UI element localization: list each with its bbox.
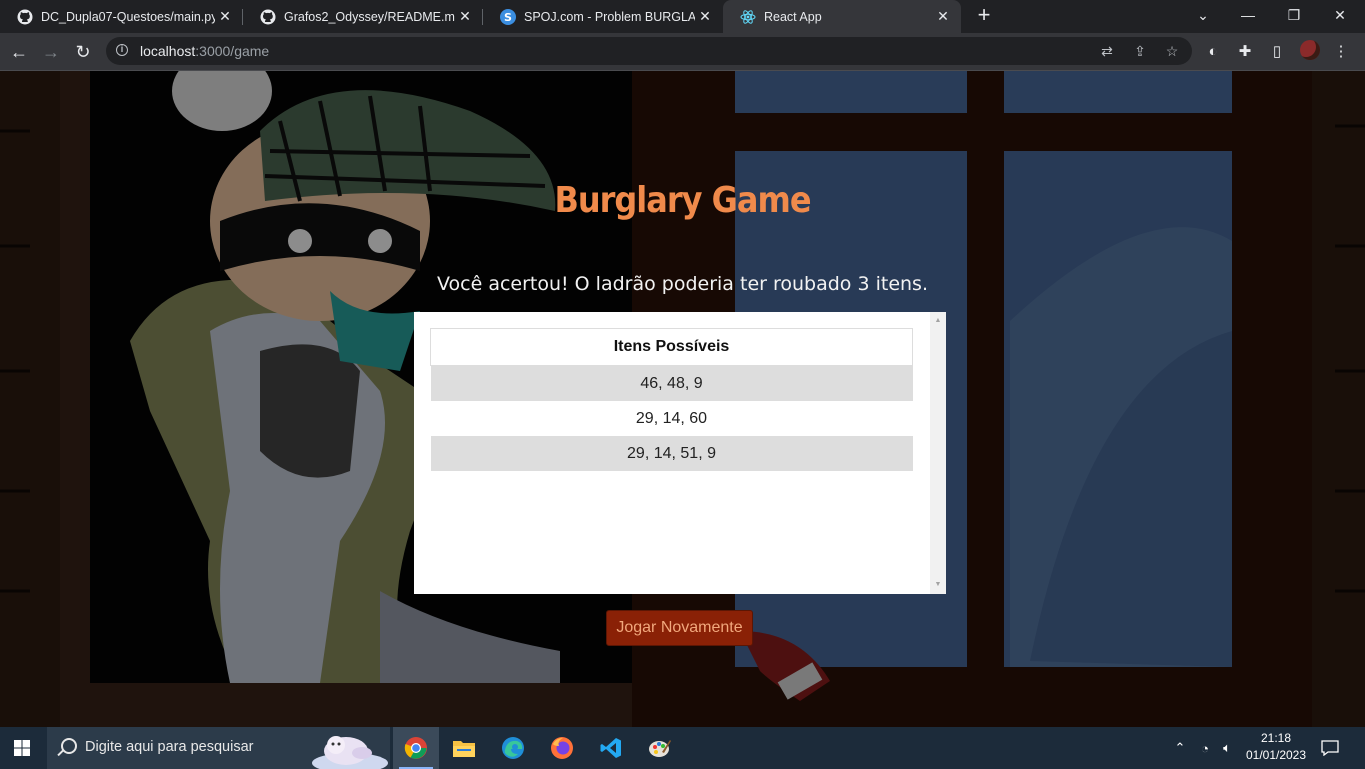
minimize-icon[interactable]: — <box>1225 0 1271 33</box>
tab-close-icon[interactable]: ✕ <box>455 8 475 25</box>
share-icon[interactable]: ⇪ <box>1132 43 1148 59</box>
tab-github-main[interactable]: DC_Dupla07-Questoes/main.py a ✕ <box>0 0 243 33</box>
github-icon <box>260 9 276 25</box>
bookmark-star-icon[interactable]: ☆ <box>1164 43 1180 59</box>
firefox-icon[interactable] <box>539 727 585 769</box>
panel-scrollbar[interactable]: ▲ ▼ <box>930 312 946 594</box>
file-explorer-icon[interactable] <box>441 727 487 769</box>
edge-icon[interactable] <box>490 727 536 769</box>
scroll-down-arrow-icon[interactable]: ▼ <box>930 578 946 592</box>
network-wifi-icon[interactable]: ◔ <box>1195 727 1215 769</box>
side-panel-icon[interactable]: ▯ <box>1268 43 1286 61</box>
tab-github-readme[interactable]: Grafos2_Odyssey/README.md at ✕ <box>243 0 483 33</box>
scroll-up-arrow-icon[interactable]: ▲ <box>930 314 946 328</box>
vscode-icon[interactable] <box>588 727 634 769</box>
url-text: localhost:3000/game <box>140 43 270 59</box>
tab-close-icon[interactable]: ✕ <box>933 8 953 25</box>
profile-avatar[interactable] <box>1300 40 1320 60</box>
restore-icon[interactable]: ❐ <box>1271 0 1317 33</box>
taskbar-search-box[interactable]: Digite aqui para pesquisar <box>47 727 390 769</box>
clock-time: 21:18 <box>1260 731 1292 745</box>
back-arrow-icon[interactable]: ← <box>6 39 32 65</box>
tab-title: Grafos2_Odyssey/README.md at <box>284 9 455 24</box>
menu-kebab-icon[interactable]: ⋮ <box>1332 43 1350 61</box>
tab-title: DC_Dupla07-Questoes/main.py a <box>41 9 215 24</box>
tab-strip: DC_Dupla07-Questoes/main.py a ✕ Grafos2_… <box>0 0 1365 33</box>
extensions-puzzle-icon[interactable]: ✚ <box>1236 43 1254 61</box>
paint-icon[interactable] <box>637 727 683 769</box>
notification-center-icon[interactable] <box>1318 727 1342 769</box>
show-hidden-icons-chevron-icon[interactable]: ⌃ <box>1170 727 1190 769</box>
tab-title: React App <box>764 9 822 24</box>
play-again-button[interactable]: Jogar Novamente <box>606 610 753 646</box>
items-panel: Itens Possíveis 46, 48, 9 29, 14, 60 29,… <box>414 312 946 594</box>
taskbar-search-placeholder: Digite aqui para pesquisar <box>85 739 254 755</box>
clock-date: 01/01/2023 <box>1245 748 1307 762</box>
new-tab-button[interactable]: + <box>972 4 996 28</box>
windows-start-icon[interactable] <box>0 727 44 769</box>
page-viewport: Burglary Game Você acertou! O ladrão pod… <box>0 71 1365 727</box>
table-cell: 29, 14, 51, 9 <box>430 436 913 471</box>
table-cell: 46, 48, 9 <box>430 365 913 401</box>
spoj-icon: S <box>500 8 516 25</box>
table-cell: 29, 14, 60 <box>430 401 913 436</box>
svg-text:S: S <box>504 11 512 24</box>
table-row: 29, 14, 60 <box>430 401 913 436</box>
translate-icon[interactable]: ⇄ <box>1099 43 1115 59</box>
tab-title: SPOJ.com - Problem BURGLARY <box>524 9 695 24</box>
address-bar[interactable]: i localhost:3000/game ⇄ ⇪ ☆ <box>106 37 1192 65</box>
react-icon <box>740 9 756 25</box>
tab-search-chevron-icon[interactable]: ⌄ <box>1180 0 1226 33</box>
tab-spoj[interactable]: S SPOJ.com - Problem BURGLARY ✕ <box>483 0 723 33</box>
extension-shield-icon[interactable]: ◐ <box>1204 43 1222 61</box>
reload-icon[interactable]: ↻ <box>70 39 96 65</box>
github-icon <box>17 9 33 25</box>
search-highlight-illustration <box>312 736 388 769</box>
table-row: 46, 48, 9 <box>430 365 913 401</box>
tab-close-icon[interactable]: ✕ <box>695 8 715 25</box>
taskbar-clock[interactable]: 21:18 01/01/2023 <box>1240 730 1312 764</box>
result-message: Você acertou! O ladrão poderia ter rouba… <box>437 273 928 295</box>
page-title: Burglary Game <box>554 179 811 221</box>
table-row: 29, 14, 51, 9 <box>430 436 913 471</box>
chrome-taskbar-icon[interactable] <box>393 727 439 769</box>
close-window-icon[interactable]: ✕ <box>1317 0 1363 33</box>
search-icon <box>61 738 77 754</box>
tab-react-app[interactable]: React App ✕ <box>723 0 961 33</box>
site-info-icon[interactable]: i <box>116 44 128 56</box>
tab-close-icon[interactable]: ✕ <box>215 8 235 25</box>
column-header-itens: Itens Possíveis <box>430 328 913 366</box>
items-table: Itens Possíveis 46, 48, 9 29, 14, 60 29,… <box>430 328 913 471</box>
windows-taskbar: Digite aqui para pesquisar ⌃ ◔ 🔈︎ 21:18 … <box>0 727 1365 769</box>
table-header-row: Itens Possíveis <box>430 328 913 366</box>
browser-toolbar: ← → ↻ i localhost:3000/game ⇄ ⇪ ☆ ◐ ✚ ▯ … <box>0 33 1365 71</box>
forward-arrow-icon[interactable]: → <box>38 39 64 65</box>
volume-icon[interactable]: 🔈︎ <box>1217 727 1237 769</box>
